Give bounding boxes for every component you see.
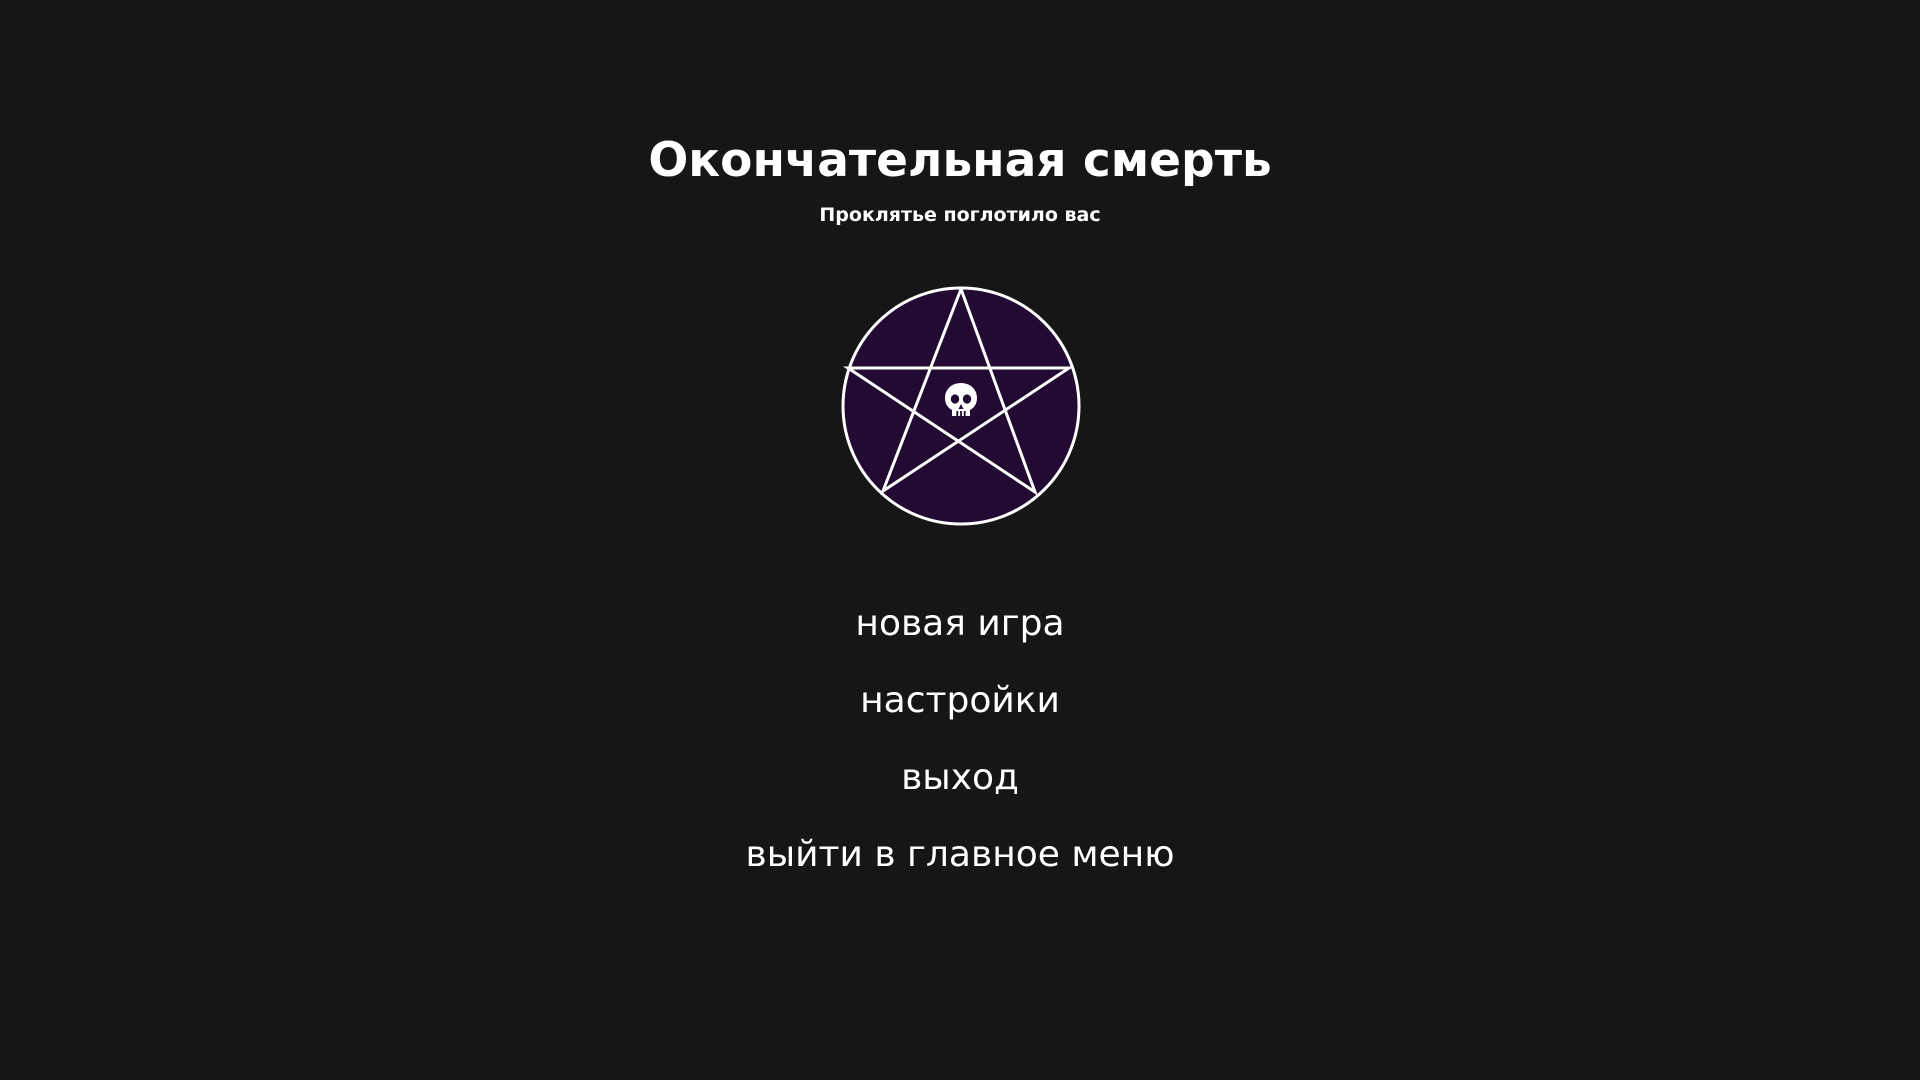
game-over-screen: Окончательная смерть Проклятье поглотило… [0,0,1920,1080]
menu-item-label: выход [901,757,1019,798]
main-menu-button[interactable]: выйти в главное меню [0,827,1920,904]
menu-item-label: новая игра [855,603,1065,644]
exit-button[interactable]: выход [0,750,1920,827]
new-game-button[interactable]: новая игра [0,596,1920,673]
settings-button[interactable]: настройки [0,673,1920,750]
pentagram-icon [841,286,1081,526]
game-menu: новая игра настройки выход выйти в главн… [0,596,1920,904]
pentagram-emblem [840,286,1082,526]
menu-item-label: настройки [860,680,1060,721]
page-subtitle: Проклятье поглотило вас [819,204,1101,226]
page-title: Окончательная смерть [648,133,1272,188]
menu-item-label: выйти в главное меню [745,834,1175,875]
